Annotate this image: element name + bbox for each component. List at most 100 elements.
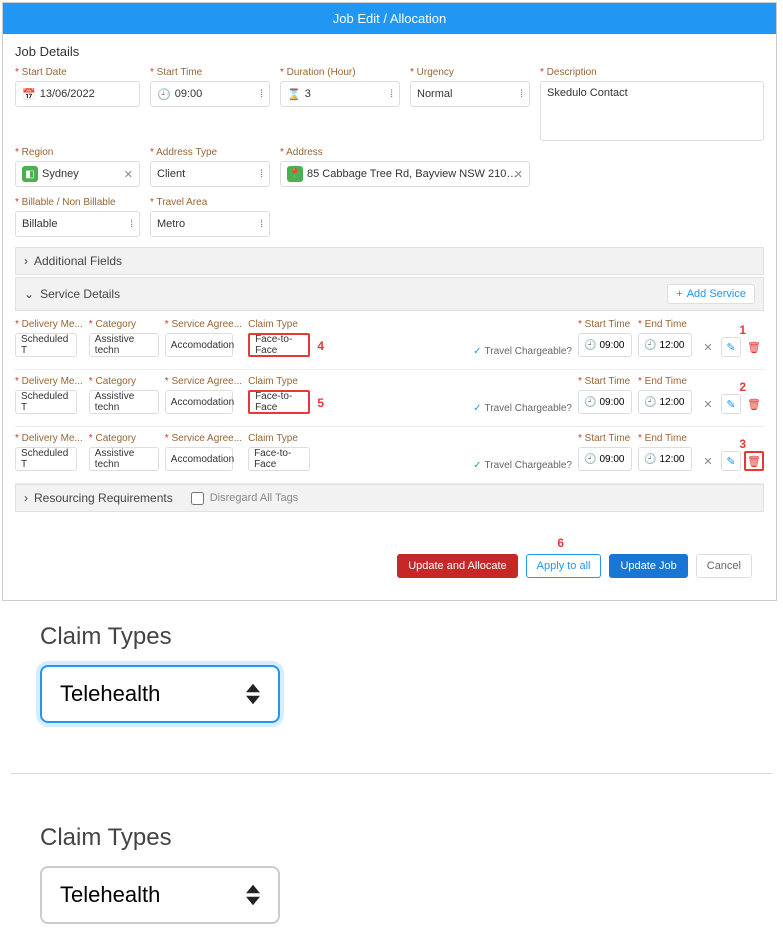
billable-select[interactable]: Billable <box>15 211 140 237</box>
service-start-input[interactable]: 🕘09:00 <box>578 390 632 414</box>
region-clear-icon[interactable]: ✕ <box>124 168 133 181</box>
delivery-input[interactable]: Scheduled T <box>15 390 77 414</box>
agree-input[interactable]: Accomodation <box>165 390 233 414</box>
annotation-2: 2 <box>739 380 746 394</box>
update-job-button[interactable]: Update Job <box>609 554 687 578</box>
additional-fields-accordion[interactable]: › Additional Fields <box>15 247 764 275</box>
modal-title: Job Edit / Allocation <box>3 3 776 34</box>
resourcing-accordion[interactable]: › Resourcing Requirements Disregard All … <box>15 484 764 512</box>
travel-chargeable-check[interactable]: ✓Travel Chargeable? <box>473 460 572 471</box>
chevron-down-icon: ⌄ <box>24 287 34 301</box>
cancel-button[interactable]: Cancel <box>696 554 752 578</box>
description-label: Description <box>540 67 764 78</box>
address-type-label: Address Type <box>150 147 270 158</box>
disregard-checkbox[interactable] <box>191 492 204 505</box>
spinner-icons[interactable] <box>246 884 260 906</box>
service-start-input[interactable]: 🕘09:00 <box>578 447 632 471</box>
chevron-right-icon: › <box>24 254 28 268</box>
claim-label: Claim Type <box>248 376 310 387</box>
claim-types-heading: Claim Types <box>40 824 743 852</box>
description-textarea[interactable]: Skedulo Contact <box>540 81 764 141</box>
starttime-label: Start Time <box>578 433 632 444</box>
edit-icon[interactable]: ✎ <box>721 394 741 414</box>
clock-icon: 🕘 <box>584 397 596 408</box>
agree-input[interactable]: Accomodation <box>165 447 233 471</box>
category-input[interactable]: Assistive techn <box>89 333 159 357</box>
add-service-button[interactable]: + Add Service <box>667 284 755 304</box>
claim-type-input[interactable]: Face-to-Face <box>248 447 310 471</box>
clock-icon: 🕘 <box>584 340 596 351</box>
start-time-value: 09:00 <box>175 88 203 100</box>
agree-label: Service Agree... <box>165 319 242 330</box>
delivery-label: Delivery Me... <box>15 319 83 330</box>
endtime-label: End Time <box>638 376 692 387</box>
travel-area-select[interactable]: Metro <box>150 211 270 237</box>
close-icon[interactable]: ✕ <box>698 337 718 357</box>
service-end-input[interactable]: 🕘12:00 <box>638 333 692 357</box>
starttime-label: Start Time <box>578 319 632 330</box>
agree-input[interactable]: Accomodation <box>165 333 233 357</box>
claim-types-value: Telehealth <box>60 681 160 707</box>
service-end-input[interactable]: 🕘12:00 <box>638 447 692 471</box>
category-input[interactable]: Assistive techn <box>89 390 159 414</box>
chevron-right-icon: › <box>24 491 28 505</box>
delivery-input[interactable]: Scheduled T <box>15 333 77 357</box>
start-date-value: 13/06/2022 <box>40 88 95 100</box>
delivery-label: Delivery Me... <box>15 433 83 444</box>
caret-up-icon <box>246 884 260 894</box>
service-details-label: Service Details <box>40 287 120 301</box>
delete-icon[interactable]: 🗑 <box>744 337 764 357</box>
endtime-label: End Time <box>638 433 692 444</box>
duration-input[interactable]: ⌛ 3 <box>280 81 400 107</box>
delete-icon[interactable]: 🗑 <box>744 451 764 471</box>
address-clear-icon[interactable]: ✕ <box>514 168 523 181</box>
urgency-select[interactable]: Normal <box>410 81 530 107</box>
annotation-5: 5 <box>317 396 324 410</box>
edit-icon[interactable]: ✎ <box>721 451 741 471</box>
travel-chargeable-label: Travel Chargeable? <box>485 403 572 414</box>
claim-type-input[interactable]: Face-to-Face <box>248 390 310 414</box>
start-time-input[interactable]: 🕘 09:00 <box>150 81 270 107</box>
service-details-accordion[interactable]: ⌄ Service Details + Add Service <box>15 277 764 311</box>
edit-icon[interactable]: ✎ <box>721 337 741 357</box>
delivery-input[interactable]: Scheduled T <box>15 447 77 471</box>
starttime-label: Start Time <box>578 376 632 387</box>
address-type-select[interactable]: Client <box>150 161 270 187</box>
region-input[interactable]: ◧ Sydney ✕ <box>15 161 140 187</box>
category-input[interactable]: Assistive techn <box>89 447 159 471</box>
clock-icon: 🕘 <box>644 454 656 465</box>
annotation-6: 6 <box>557 536 564 550</box>
update-allocate-button[interactable]: Update and Allocate <box>397 554 517 578</box>
claim-types-select[interactable]: Telehealth <box>40 866 280 924</box>
resourcing-label: Resourcing Requirements <box>34 491 173 505</box>
plus-icon: + <box>676 288 682 300</box>
travel-chargeable-check[interactable]: ✓Travel Chargeable? <box>473 346 572 357</box>
close-icon[interactable]: ✕ <box>698 394 718 414</box>
footer: 6 Update and Allocate Apply to all Updat… <box>15 542 764 590</box>
address-input[interactable]: 📍 85 Cabbage Tree Rd, Bayview NSW 2104, … <box>280 161 530 187</box>
delete-icon[interactable]: 🗑 <box>744 394 764 414</box>
clock-icon: 🕘 <box>157 88 171 101</box>
annotation-3: 3 <box>739 437 746 451</box>
category-label: Category <box>89 376 159 387</box>
claim-type-input[interactable]: Face-to-Face <box>248 333 310 357</box>
close-icon[interactable]: ✕ <box>698 451 718 471</box>
clock-icon: 🕘 <box>644 397 656 408</box>
claim-types-value: Telehealth <box>60 882 160 908</box>
claim-types-select-focused[interactable]: Telehealth <box>40 665 280 723</box>
start-date-input[interactable]: 📅 13/06/2022 <box>15 81 140 107</box>
category-label: Category <box>89 433 159 444</box>
travel-chargeable-check[interactable]: ✓Travel Chargeable? <box>473 403 572 414</box>
service-end-input[interactable]: 🕘12:00 <box>638 390 692 414</box>
spinner-icons[interactable] <box>246 683 260 705</box>
delivery-label: Delivery Me... <box>15 376 83 387</box>
disregard-label: Disregard All Tags <box>210 492 298 504</box>
agree-label: Service Agree... <box>165 376 242 387</box>
clock-icon: 🕘 <box>644 340 656 351</box>
travel-chargeable-label: Travel Chargeable? <box>485 346 572 357</box>
travel-area-label: Travel Area <box>150 197 270 208</box>
apply-to-all-button[interactable]: Apply to all <box>526 554 602 578</box>
service-start-input[interactable]: 🕘09:00 <box>578 333 632 357</box>
service-row: Delivery Me...Scheduled T CategoryAssist… <box>15 313 764 370</box>
divider <box>10 773 773 774</box>
